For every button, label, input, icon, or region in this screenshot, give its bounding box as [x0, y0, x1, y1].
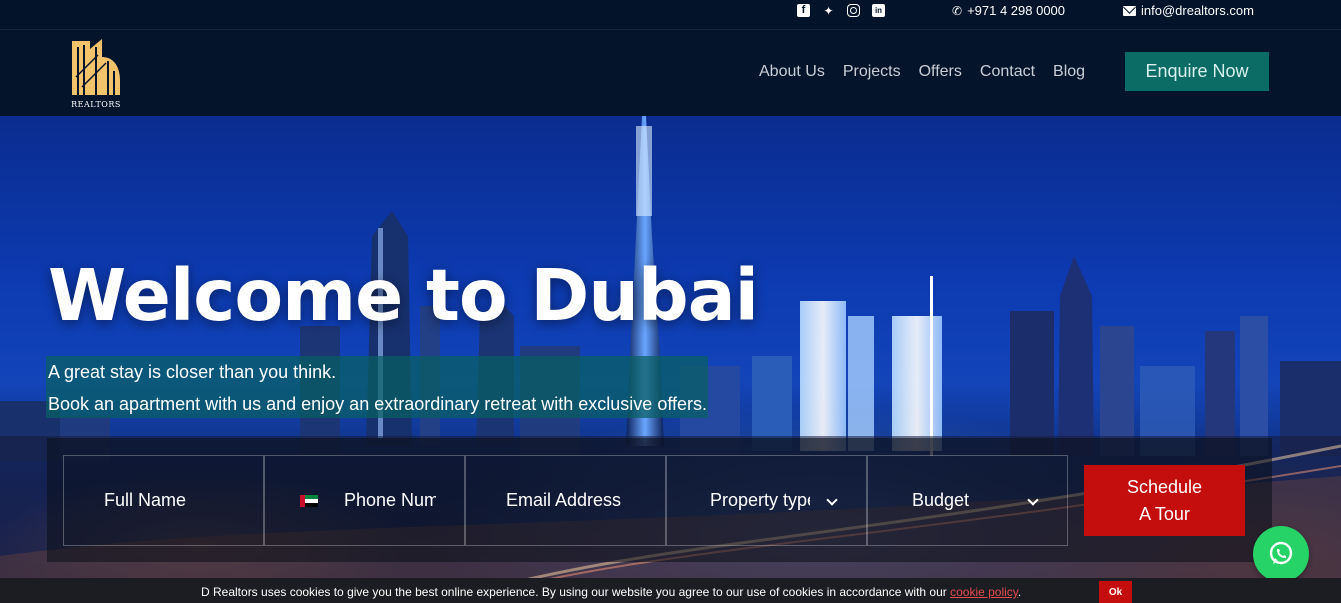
nav-contact[interactable]: Contact	[980, 63, 1035, 81]
cookie-message: D Realtors uses cookies to give you the …	[201, 585, 1021, 599]
phone-number-placeholder: Phone Number	[344, 490, 436, 510]
nav-about-us[interactable]: About Us	[759, 63, 825, 81]
hero-section: Welcome to Dubai A great stay is closer …	[0, 116, 1341, 603]
logo-text: REALTORS	[71, 100, 121, 109]
uae-flag-icon[interactable]	[300, 494, 318, 507]
full-name-placeholder: Full Name	[104, 490, 187, 510]
phone-number: +971 4 298 0000	[967, 3, 1066, 18]
property-type-select[interactable]: Property type	[666, 455, 867, 546]
property-type-value: Property type	[710, 490, 810, 510]
email-address-placeholder: Email Address	[506, 490, 622, 510]
nav-offers[interactable]: Offers	[919, 63, 962, 81]
email-address-field[interactable]: Email Address	[465, 455, 666, 546]
email-address: info@drealtors.com	[1141, 3, 1254, 18]
tagline-line-2: Book an apartment with us and enjoy an e…	[48, 394, 708, 414]
hero-title: Welcome to Dubai	[48, 254, 759, 337]
phone-link[interactable]: ✆ +971 4 298 0000	[952, 3, 1065, 18]
schedule-button-line-2: A Tour	[1139, 503, 1190, 524]
hero-tagline: A great stay is closer than you think. B…	[46, 356, 708, 418]
instagram-icon[interactable]	[847, 4, 860, 17]
chevron-down-icon	[826, 494, 838, 506]
cookie-text: D Realtors uses cookies to give you the …	[201, 585, 951, 599]
cookie-policy-link[interactable]: cookie policy	[950, 585, 1018, 599]
nav-projects[interactable]: Projects	[843, 63, 901, 81]
facebook-icon[interactable]: f	[797, 4, 810, 17]
nav-blog[interactable]: Blog	[1053, 63, 1085, 81]
phone-number-field[interactable]: Phone Number	[264, 455, 465, 546]
enquire-now-button[interactable]: Enquire Now	[1125, 52, 1269, 91]
building-logo-icon	[72, 39, 120, 95]
cookie-ok-button[interactable]: Ok	[1099, 581, 1132, 603]
schedule-tour-form: Full Name Phone Number Email Address Pro…	[47, 438, 1272, 562]
top-utility-bar: f ✦ in ✆ +971 4 298 0000 info@drealtors.…	[0, 0, 1341, 30]
phone-icon: ✆	[952, 3, 963, 18]
schedule-button-line-1: Schedule	[1126, 476, 1203, 497]
twitter-icon[interactable]: ✦	[822, 4, 835, 17]
cookie-suffix: .	[1017, 585, 1022, 599]
budget-select[interactable]: Budget	[867, 455, 1068, 546]
linkedin-icon[interactable]: in	[872, 4, 885, 17]
social-links: f ✦ in	[797, 4, 885, 17]
nav-menu: About Us Projects Offers Contact Blog	[759, 63, 1085, 81]
tagline-line-1: A great stay is closer than you think.	[48, 362, 337, 382]
envelope-icon	[1123, 5, 1136, 16]
whatsapp-icon	[1269, 541, 1293, 565]
brand-logo[interactable]: REALTORS	[68, 37, 124, 113]
chevron-down-icon	[1027, 494, 1039, 506]
full-name-field[interactable]: Full Name	[63, 455, 264, 546]
whatsapp-chat-button[interactable]	[1253, 526, 1309, 582]
email-link[interactable]: info@drealtors.com	[1123, 3, 1254, 18]
schedule-tour-button[interactable]: Schedule A Tour	[1084, 465, 1245, 536]
cookie-consent-bar: D Realtors uses cookies to give you the …	[0, 578, 1341, 603]
budget-value: Budget	[912, 490, 970, 510]
main-navbar: REALTORS About Us Projects Offers Contac…	[0, 31, 1341, 116]
